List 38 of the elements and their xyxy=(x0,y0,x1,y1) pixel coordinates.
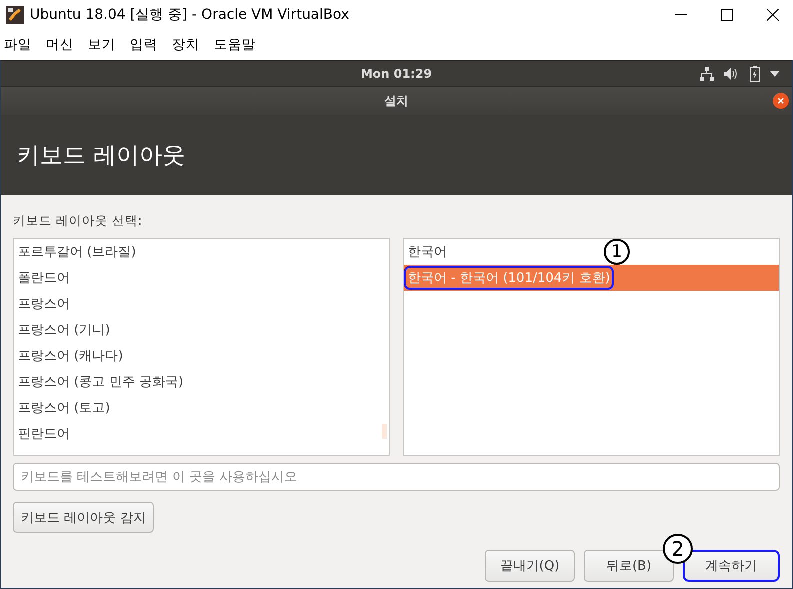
annotation-number: 2 xyxy=(663,534,693,564)
menu-item[interactable]: 보기 xyxy=(88,36,116,54)
layout-item[interactable]: 프랑스어 (콩고 민주 공화국) xyxy=(14,369,184,395)
dialog-button[interactable]: 뒤로(B) xyxy=(584,550,674,582)
page-heading: 키보드 레이아웃 xyxy=(17,142,186,170)
window-title: Ubuntu 18.04 [실행 중] - Oracle VM VirtualBox xyxy=(30,6,350,24)
menu-item[interactable]: 장치 xyxy=(172,36,200,54)
dialog-button[interactable]: 계속하기 xyxy=(683,550,780,582)
app-icon xyxy=(6,6,24,24)
layout-item[interactable]: 폴란드어 xyxy=(14,265,70,291)
volume-icon[interactable] xyxy=(724,67,740,81)
menu-item[interactable]: 입력 xyxy=(130,36,158,54)
battery-icon[interactable] xyxy=(750,66,760,82)
layout-item[interactable]: 포르투갈어 (브라질) xyxy=(14,239,136,265)
layout-label: 키보드 레이아웃 선택: xyxy=(13,213,144,230)
annotation-number: 1 xyxy=(604,239,630,265)
layout-item[interactable]: 프랑스어 xyxy=(14,291,70,317)
layout-item[interactable]: 프랑스어 (캐나다) xyxy=(14,343,124,369)
layout-item[interactable]: 프랑스어 (토고) xyxy=(14,395,110,421)
variant-item[interactable]: 한국어 xyxy=(404,239,447,265)
menu-item[interactable]: 도움말 xyxy=(214,36,256,54)
caret-icon[interactable] xyxy=(770,71,780,77)
layout-item[interactable]: 프랑스어 (기니) xyxy=(14,317,110,343)
clock[interactable]: Mon 01:29 xyxy=(360,66,432,80)
menu-item[interactable]: 머신 xyxy=(46,36,74,54)
dialog-button[interactable]: 끝내기(Q) xyxy=(485,550,575,582)
scrollbar-thumb[interactable] xyxy=(382,424,387,439)
variant-label: 한국어 - 한국어 (101/104키 호환) xyxy=(404,266,614,290)
detect-layout-button[interactable]: 키보드 레이아웃 감지 xyxy=(13,502,154,533)
variant-label: 한국어 xyxy=(408,244,447,261)
close-icon[interactable] xyxy=(767,9,779,21)
dialog-title: 설치 xyxy=(384,92,408,110)
close-icon[interactable] xyxy=(773,93,789,109)
layout-item[interactable]: 핀란드어 xyxy=(14,421,70,447)
test-input-field[interactable]: 키보드를 테스트해보려면 이 곳을 사용하십시오 xyxy=(13,463,780,491)
maximize-icon[interactable] xyxy=(721,9,733,21)
menu-item[interactable]: 파일 xyxy=(4,36,32,54)
network-icon[interactable] xyxy=(700,67,714,81)
